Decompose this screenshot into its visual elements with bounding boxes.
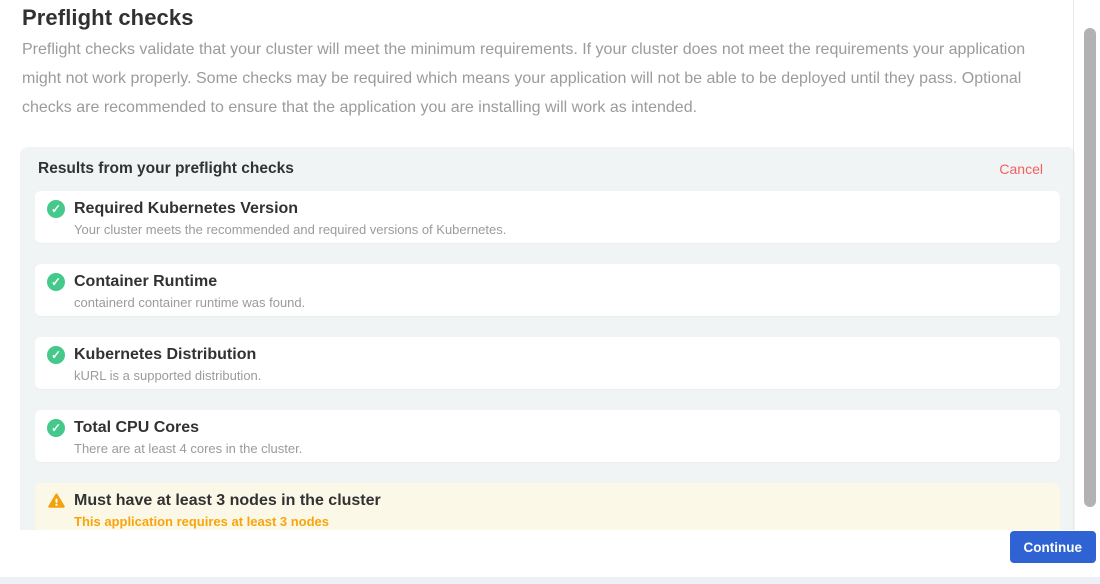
page-title: Preflight checks <box>22 5 194 31</box>
check-message: There are at least 4 cores in the cluste… <box>74 441 302 457</box>
check-card-total-cpu-cores: ✓ Total CPU Cores There are at least 4 c… <box>35 410 1060 462</box>
footer-bar: Continue <box>0 530 1100 584</box>
content-divider <box>1073 0 1074 530</box>
bottom-strip <box>0 577 1100 584</box>
check-card-node-count-warning: Must have at least 3 nodes in the cluste… <box>35 483 1060 530</box>
preflight-results-panel: Results from your preflight checks Cance… <box>20 147 1075 530</box>
check-title: Total CPU Cores <box>74 418 302 438</box>
check-text: Container Runtime containerd container r… <box>74 272 305 311</box>
check-circle-icon: ✓ <box>47 200 65 218</box>
scrollable-content: Preflight checks Preflight checks valida… <box>0 0 1100 530</box>
check-circle-icon: ✓ <box>47 273 65 291</box>
check-title: Container Runtime <box>74 272 305 292</box>
check-message: This application requires at least 3 nod… <box>74 514 381 530</box>
check-message: Your cluster meets the recommended and r… <box>74 222 506 238</box>
check-list: ✓ Required Kubernetes Version Your clust… <box>20 191 1075 530</box>
check-text: Must have at least 3 nodes in the cluste… <box>74 491 381 530</box>
cancel-link[interactable]: Cancel <box>999 161 1043 177</box>
check-circle-icon: ✓ <box>47 346 65 364</box>
results-heading: Results from your preflight checks <box>38 160 294 178</box>
panel-header: Results from your preflight checks Cance… <box>20 147 1075 191</box>
check-message: containerd container runtime was found. <box>74 295 305 311</box>
check-circle-icon: ✓ <box>47 419 65 437</box>
check-title: Kubernetes Distribution <box>74 345 261 365</box>
check-card-container-runtime: ✓ Container Runtime containerd container… <box>35 264 1060 316</box>
check-card-kubernetes-distribution: ✓ Kubernetes Distribution kURL is a supp… <box>35 337 1060 389</box>
scrollbar-thumb[interactable] <box>1084 28 1096 507</box>
continue-button[interactable]: Continue <box>1010 531 1097 563</box>
check-text: Total CPU Cores There are at least 4 cor… <box>74 418 302 457</box>
preflight-page: Preflight checks Preflight checks valida… <box>0 0 1100 584</box>
check-title: Must have at least 3 nodes in the cluste… <box>74 491 381 511</box>
check-message: kURL is a supported distribution. <box>74 368 261 384</box>
warning-triangle-icon <box>47 492 65 510</box>
check-card-kubernetes-version: ✓ Required Kubernetes Version Your clust… <box>35 191 1060 243</box>
check-text: Required Kubernetes Version Your cluster… <box>74 199 506 238</box>
page-description: Preflight checks validate that your clus… <box>22 35 1062 122</box>
check-text: Kubernetes Distribution kURL is a suppor… <box>74 345 261 384</box>
check-title: Required Kubernetes Version <box>74 199 506 219</box>
